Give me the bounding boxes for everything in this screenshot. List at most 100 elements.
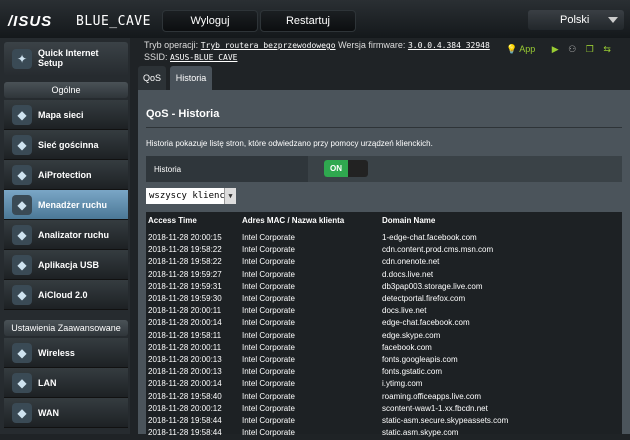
access-time-cell: 2018-11-28 20:00:13 — [148, 367, 222, 377]
operation-mode-info: Tryb operacji: Tryb routera bezprzewodow… — [144, 40, 490, 50]
access-time-cell: 2018-11-28 19:58:22 — [148, 257, 222, 267]
shield-icon: ◆ — [12, 165, 32, 185]
client-cell: Intel Corporate — [242, 294, 295, 303]
sidebar-item-label: Wireless — [38, 348, 75, 358]
client-cell: Intel Corporate — [242, 428, 295, 438]
sidebar-item-mapa-sieci[interactable]: ◆ Mapa sieci — [4, 100, 128, 130]
access-time-cell: 2018-11-28 19:58:44 — [148, 428, 222, 438]
domain-cell: edge.skype.com — [382, 330, 441, 340]
access-time-cell: 2018-11-28 20:00:11 — [148, 342, 222, 352]
domain-cell: static.asm.skype.com — [382, 428, 459, 438]
traffic-manager-icon: ◆ — [12, 195, 32, 215]
access-time-cell: 2018-11-28 20:00:13 — [148, 355, 222, 364]
domain-cell: i.ytimg.com — [382, 379, 423, 389]
client-cell: Intel Corporate — [242, 379, 295, 389]
sidebar-item-aiprotection[interactable]: ◆ AiProtection — [4, 160, 128, 190]
sidebar-item-menad-er-ruchu[interactable]: ◆ Menadżer ruchu — [4, 190, 128, 220]
sidebar-item-label: Aplikacja USB — [38, 260, 100, 270]
language-select[interactable]: Polski — [528, 10, 624, 30]
history-setting-row: Historia ON — [146, 156, 622, 182]
access-time-cell: 2018-11-28 20:00:12 — [148, 403, 222, 413]
lan-icon: ◆ — [12, 373, 32, 393]
domain-cell: roaming.officeapps.live.com — [382, 391, 482, 401]
sidebar-item-wireless[interactable]: ◆ Wireless — [4, 338, 128, 368]
asus-logo: /ISUS — [8, 13, 53, 30]
mode-link[interactable]: Tryb routera bezprzewodowego — [201, 41, 336, 50]
table-header: Access Time Adres MAC / Nazwa klienta Do… — [146, 216, 622, 228]
sidebar-item-label: WAN — [38, 408, 59, 418]
domain-cell: edge-chat.facebook.com — [382, 318, 470, 328]
sidebar-item-wan[interactable]: ◆ WAN — [4, 398, 128, 428]
history-table: Access Time Adres MAC / Nazwa klienta Do… — [146, 212, 622, 438]
history-value-cell: ON — [308, 156, 622, 182]
client-cell: Intel Corporate — [242, 306, 295, 316]
sidebar-item-aicloud-2-0[interactable]: ◆ AiCloud 2.0 — [4, 280, 128, 310]
access-time-cell: 2018-11-28 19:58:40 — [148, 391, 222, 401]
firmware-link[interactable]: 3.0.0.4.384_32948 — [408, 41, 490, 50]
sidebar-item-lan[interactable]: ◆ LAN — [4, 368, 128, 398]
history-label: Historia — [154, 165, 182, 174]
client-filter-select[interactable]: wszyscy klienci ▼ — [146, 188, 236, 204]
domain-cell: 1-edge-chat.facebook.com — [382, 233, 477, 242]
table-row: 2018-11-28 19:58:44 Intel Corporate static… — [146, 416, 622, 428]
client-cell: Intel Corporate — [242, 269, 295, 279]
quick-internet-setup-button[interactable]: ✦ Quick Internet Setup — [4, 42, 128, 76]
usb-status-icon[interactable]: ⇆ — [603, 44, 611, 54]
table-row: 2018-11-28 19:58:22 Intel Corporate cdn.on… — [146, 257, 622, 269]
divider — [146, 127, 622, 128]
access-time-cell: 2018-11-28 20:00:14 — [148, 379, 222, 389]
page-description: Historia pokazuje listę stron, które odw… — [146, 139, 433, 148]
model-name: BLUE_CAVE — [76, 14, 151, 29]
client-cell: Intel Corporate — [242, 281, 295, 291]
cloud-icon: ◆ — [12, 285, 32, 305]
logout-button[interactable]: Wyloguj — [162, 10, 258, 32]
tab-qos[interactable]: QoS — [138, 66, 166, 90]
ssid-label: SSID: — [144, 52, 168, 62]
domain-cell: db3pap003.storage.live.com — [382, 281, 483, 291]
sidebar-item-label: Analizator ruchu — [38, 230, 110, 240]
firmware-label: Wersja firmware: — [338, 40, 406, 50]
sidebar-item-aplikacja-usb[interactable]: ◆ Aplikacja USB — [4, 250, 128, 280]
client-cell: Intel Corporate — [242, 233, 295, 242]
copy-icon[interactable]: ❐ — [586, 44, 594, 54]
domain-cell: cdn.content.prod.cms.msn.com — [382, 245, 494, 255]
history-toggle[interactable]: ON — [324, 160, 368, 177]
video-icon[interactable]: ▶ — [552, 44, 559, 54]
sidebar-item-label: Sieć gościnna — [38, 140, 99, 150]
app-icon[interactable]: 💡 App — [506, 44, 542, 54]
client-cell: Intel Corporate — [242, 318, 295, 328]
content-panel: QoS - Historia Historia pokazuje listę s… — [138, 90, 630, 438]
users-icon[interactable]: ⚇ — [568, 44, 576, 54]
sidebar: ✦ Quick Internet Setup Ogólne ◆ Mapa siec… — [0, 38, 130, 434]
client-cell: Intel Corporate — [242, 367, 295, 377]
domain-cell: facebook.com — [382, 342, 432, 352]
toggle-on-label: ON — [324, 160, 348, 177]
qis-label: Quick Internet Setup — [38, 48, 99, 68]
domain-cell: detectportal.firefox.com — [382, 294, 466, 303]
access-time-cell: 2018-11-28 20:00:11 — [148, 306, 222, 316]
domain-cell: static-asm.secure.skypeassets.com — [382, 416, 509, 425]
ssid-link[interactable]: ASUS-BLUE_CAVE — [170, 53, 237, 62]
domain-cell: d.docs.live.net — [382, 269, 434, 279]
table-row: 2018-11-28 20:00:14 Intel Corporate edge-c… — [146, 318, 622, 330]
header-mac-client: Adres MAC / Nazwa klienta — [242, 216, 345, 225]
sidebar-item-sie-go-cinna[interactable]: ◆ Sieć gościnna — [4, 130, 128, 160]
traffic-analyzer-icon: ◆ — [12, 225, 32, 245]
header-domain: Domain Name — [382, 216, 436, 225]
domain-cell: scontent-waw1-1.xx.fbcdn.net — [382, 403, 488, 413]
client-cell: Intel Corporate — [242, 355, 295, 364]
sidebar-item-analizator-ruchu[interactable]: ◆ Analizator ruchu — [4, 220, 128, 250]
restart-button[interactable]: Restartuj — [260, 10, 356, 32]
sidebar-item-label: LAN — [38, 378, 57, 388]
access-time-cell: 2018-11-28 20:00:14 — [148, 318, 222, 328]
client-filter-value: wszyscy klienci — [149, 191, 231, 201]
client-cell: Intel Corporate — [242, 416, 295, 425]
language-label: Polski — [560, 14, 590, 26]
top-bar: /ISUS BLUE_CAVE Wyloguj Restartuj Polski — [0, 0, 630, 38]
table-row: 2018-11-28 19:58:40 Intel Corporate roamin… — [146, 392, 622, 404]
table-row: 2018-11-28 20:00:13 Intel Corporate fonts.… — [146, 367, 622, 379]
domain-cell: fonts.gstatic.com — [382, 367, 443, 377]
sidebar-item-label: AiProtection — [38, 170, 92, 180]
chevron-down-icon — [608, 17, 618, 23]
tab-historia[interactable]: Historia — [170, 66, 212, 90]
